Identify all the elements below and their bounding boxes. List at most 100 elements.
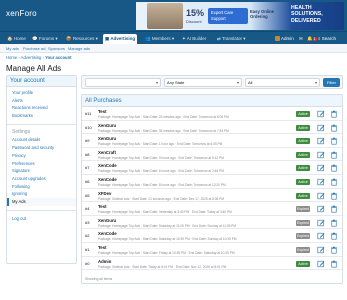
main-nav: 🏠 Home 💬 Forums ▾ 📦 Resources ▾ ▣ Advert… [0, 31, 347, 45]
row-title[interactable]: XenCode [98, 231, 117, 236]
row-id: #3 [85, 219, 90, 225]
subnav-manage-ads[interactable]: Manage ads [68, 44, 90, 53]
trash-icon[interactable] [330, 151, 338, 159]
filter-button[interactable]: Filter [323, 78, 340, 87]
sidebar-item-profile[interactable]: Your profile [7, 89, 76, 97]
nav-members[interactable]: 👥 Members ▾ [143, 34, 176, 44]
row-id: #1 [85, 246, 90, 252]
subnav-purchase-ad[interactable]: Purchase ad [23, 44, 45, 53]
nav-user-menu[interactable]: Admin [275, 34, 294, 44]
sidebar-item-bookmarks[interactable]: Bookmarks [7, 112, 76, 120]
sidebar-item-account-details[interactable]: Account details [7, 136, 76, 144]
trash-icon[interactable] [330, 246, 338, 254]
edit-icon[interactable] [317, 151, 325, 159]
row-title[interactable]: Admin [98, 259, 111, 264]
row-title[interactable]: XenCode [98, 163, 117, 168]
subnav-sponsors[interactable]: Sponsors [48, 44, 65, 53]
row-meta: Package: Homepage Top Ads · Start Date: … [98, 115, 229, 119]
edit-icon[interactable] [317, 110, 325, 118]
edit-icon[interactable] [317, 164, 325, 172]
row-meta: Package: Homepage Top Ads · Start Date: … [98, 142, 223, 147]
subnav-my-ads[interactable]: My ads [6, 44, 19, 53]
table-row: #10 XenGuru Package: Homepage Top Ads · St… [82, 121, 342, 135]
nav-translator[interactable]: ⇄ Translator ▾ [215, 34, 248, 44]
filter-state-select[interactable]: Any State ▾ [164, 78, 242, 87]
edit-icon[interactable] [317, 260, 325, 268]
nav-alerts[interactable]: 🔔1 [307, 34, 317, 44]
row-title[interactable]: XenCraft [98, 150, 116, 155]
status-badge: Expired [296, 246, 310, 253]
row-title[interactable]: XFDev [98, 191, 111, 196]
nav-resources[interactable]: 📦 Resources ▾ [64, 34, 100, 44]
sidebar-item-preferences[interactable]: Preferences [7, 160, 76, 168]
list-footer: Showing all items [85, 277, 113, 281]
sidebar-item-reactions[interactable]: Reactions received [7, 104, 76, 112]
filter-type-select[interactable]: All ▾ [245, 78, 320, 87]
edit-icon[interactable] [317, 246, 325, 254]
sidebar-item-account-upgrades[interactable]: Account upgrades [7, 175, 76, 183]
trash-icon[interactable] [330, 232, 338, 240]
trash-icon[interactable] [330, 205, 338, 213]
sidebar-item-privacy[interactable]: Privacy [7, 152, 76, 160]
edit-icon[interactable] [317, 192, 325, 200]
sidebar-item-ignoring[interactable]: Ignoring [7, 190, 76, 198]
trash-icon[interactable] [330, 164, 338, 172]
nav-translator-label: Translator [221, 36, 243, 41]
table-row: #4 Test Package: Homepage Top Ads · Start … [82, 202, 342, 216]
row-title[interactable]: Test [98, 245, 107, 250]
status-badge: Expired [296, 233, 310, 240]
status-badge: Active [296, 192, 310, 199]
row-title[interactable]: XenGuru [98, 123, 116, 128]
breadcrumb-advertising[interactable]: Advertising [21, 55, 42, 60]
trash-icon[interactable] [330, 219, 338, 227]
sidebar-item-my-ads[interactable]: My Ads [7, 197, 76, 206]
status-badge: Active [296, 178, 310, 185]
alerts-count-badge: 1 [312, 37, 317, 41]
row-id: #9 [85, 138, 90, 144]
status-badge: Active [296, 111, 310, 117]
row-id: #10 [85, 124, 92, 130]
nav-home[interactable]: 🏠 Home [5, 34, 28, 44]
nav-user-name: Admin [281, 36, 294, 41]
row-title[interactable]: Test [98, 109, 107, 114]
table-row: #11 Test Package: Homepage Top Ads · Start… [82, 107, 342, 121]
edit-icon[interactable] [317, 178, 325, 186]
status-badge: Expired [296, 219, 310, 226]
breadcrumb-home[interactable]: Home [6, 55, 17, 60]
purchases-list: All Purchases #11 Test Package: Homepage T… [81, 94, 343, 284]
trash-icon[interactable] [330, 124, 338, 132]
sidebar-divider [7, 209, 76, 211]
edit-icon[interactable] [317, 137, 325, 145]
trash-icon[interactable] [330, 110, 338, 118]
nav-forums[interactable]: 💬 Forums ▾ [30, 34, 60, 44]
row-title[interactable]: XenGuru [98, 218, 116, 223]
trash-icon[interactable] [330, 192, 338, 200]
nav-forums-label: Forums [38, 36, 55, 41]
purchases-heading: All Purchases [82, 95, 342, 107]
nav-search[interactable]: ⌕ Search [318, 34, 336, 44]
trash-icon[interactable] [330, 260, 338, 268]
filter-search-select[interactable]: ▾ [85, 78, 161, 87]
row-title[interactable]: Test [98, 204, 107, 209]
nav-ai-builder[interactable]: ✦ AI Builder [180, 34, 208, 44]
site-logo[interactable]: xenForo [6, 9, 37, 18]
nav-inbox-icon[interactable]: ✉ [299, 34, 303, 44]
edit-icon[interactable] [317, 124, 325, 132]
sidebar-item-password[interactable]: Password and security [7, 144, 76, 152]
row-meta: Package: Homepage Top Ads · Start Date: … [98, 250, 235, 255]
edit-icon[interactable] [317, 232, 325, 240]
edit-icon[interactable] [317, 205, 325, 213]
breadcrumb-current[interactable]: Your account [45, 55, 71, 60]
row-title[interactable]: XenGuru [98, 136, 116, 141]
edit-icon[interactable] [317, 219, 325, 227]
row-title[interactable]: XenCode [98, 177, 117, 182]
row-id: #0 [85, 260, 90, 266]
trash-icon[interactable] [330, 178, 338, 186]
sidebar-logout[interactable]: Log out [7, 215, 76, 223]
status-badge: Active [296, 151, 310, 158]
sidebar-item-signature[interactable]: Signature [7, 167, 76, 175]
trash-icon[interactable] [330, 137, 338, 145]
sidebar-item-following[interactable]: Following [7, 183, 76, 191]
header-banner-ad[interactable]: 15% Discount Expert Care Support Easy On… [136, 2, 344, 30]
sidebar-item-alerts[interactable]: Alerts [7, 97, 76, 105]
